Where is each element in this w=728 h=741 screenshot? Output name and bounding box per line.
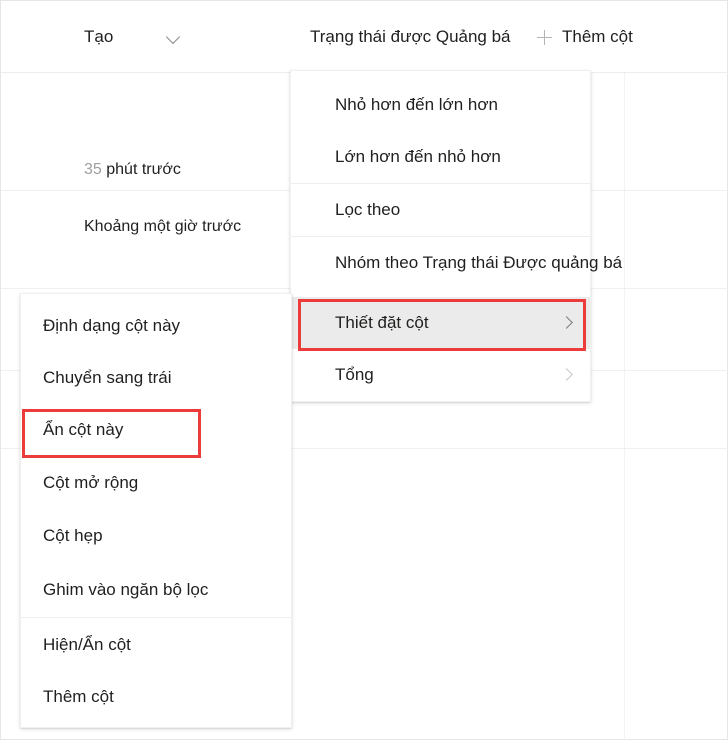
column-header-created-label: Tạo <box>84 27 114 46</box>
column-settings-submenu: Định dạng cột này Chuyển sang trái Ẩn cộ… <box>20 293 292 728</box>
column-header-row: Tạo Trạng thái được Quảng bá Thêm cột <box>1 1 728 73</box>
menu-item-label: Lọc theo <box>335 200 401 219</box>
column-header-created[interactable]: Tạo <box>84 27 182 47</box>
cell-created-text: Khoảng một giờ trước <box>84 218 242 235</box>
menu-item-add-column[interactable]: Thêm cột <box>21 671 291 723</box>
cell-created: Khoảng một giờ trước <box>84 218 241 236</box>
cell-created-count: 35 <box>84 161 102 178</box>
menu-item-pin-to-filter-pane[interactable]: Ghim vào ngăn bộ lọc <box>21 563 291 617</box>
menu-item-show-hide-columns[interactable]: Hiện/Ẩn cột <box>21 617 291 671</box>
menu-item-sort-desc[interactable]: Lớn hơn đến nhỏ hơn <box>291 131 590 183</box>
column-header-promoted-status[interactable]: Trạng thái được Quảng bá <box>310 27 511 47</box>
menu-item-label: Hiện/Ẩn cột <box>43 634 131 654</box>
menu-item-widen-column[interactable]: Cột mở rộng <box>21 456 291 509</box>
menu-item-label: Tổng <box>335 365 374 384</box>
chevron-right-icon <box>562 370 572 380</box>
menu-item-narrow-column[interactable]: Cột hẹp <box>21 509 291 563</box>
menu-item-group-by[interactable]: Nhóm theo Trạng thái Được quảng bá <box>291 236 622 297</box>
menu-item-format-this-column[interactable]: Định dạng cột này <box>21 300 291 352</box>
menu-item-label: Ẩn cột này <box>43 420 124 439</box>
menu-item-label: Định dạng cột này <box>43 316 181 335</box>
menu-item-move-left[interactable]: Chuyển sang trái <box>21 352 291 404</box>
menu-item-label: Cột mở rộng <box>43 472 139 492</box>
menu-item-label: Nhỏ hơn đến lớn hơn <box>335 95 498 114</box>
menu-item-totals[interactable]: Tổng <box>291 349 590 401</box>
menu-item-column-settings[interactable]: Thiết đặt cột <box>291 297 590 349</box>
menu-item-label: Cột hẹp <box>43 526 103 545</box>
plus-icon <box>537 29 552 45</box>
add-column-button[interactable]: Thêm cột <box>537 27 633 47</box>
add-column-label: Thêm cột <box>562 27 633 46</box>
column-header-promoted-status-label: Trạng thái được Quảng bá <box>310 27 511 46</box>
menu-item-label: Chuyển sang trái <box>43 368 172 387</box>
column-dropdown-menu: Nhỏ hơn đến lớn hơn Lớn hơn đến nhỏ hơn … <box>290 70 622 402</box>
menu-item-label: Nhóm theo Trạng thái Được quảng bá <box>335 253 623 272</box>
menu-item-hide-this-column[interactable]: Ẩn cột này <box>21 404 291 456</box>
chevron-down-icon[interactable] <box>166 29 182 45</box>
chevron-right-icon <box>562 318 572 328</box>
menu-item-label: Ghim vào ngăn bộ lọc <box>43 580 209 599</box>
cell-created: 35 phút trước <box>84 161 181 179</box>
menu-item-label: Thiết đặt cột <box>335 313 429 332</box>
menu-item-label: Lớn hơn đến nhỏ hơn <box>335 147 501 166</box>
menu-item-sort-asc[interactable]: Nhỏ hơn đến lớn hơn <box>291 79 590 131</box>
menu-item-label: Thêm cột <box>43 687 114 706</box>
menu-item-filter-by[interactable]: Lọc theo <box>291 183 590 236</box>
cell-created-text: phút trước <box>106 161 181 178</box>
